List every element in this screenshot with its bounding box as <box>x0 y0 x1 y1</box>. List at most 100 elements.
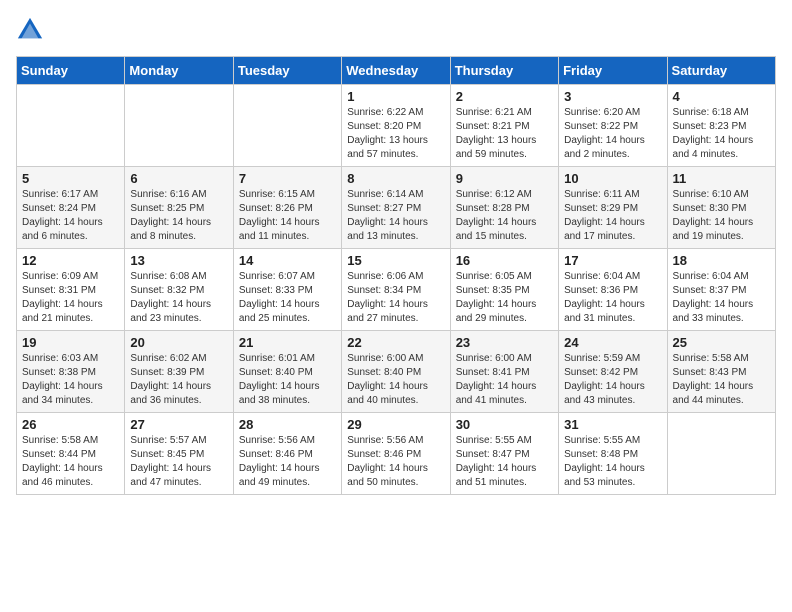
calendar-week-row: 12 Sunrise: 6:09 AM Sunset: 8:31 PM Dayli… <box>17 249 776 331</box>
day-number: 10 <box>564 171 661 186</box>
day-info: Sunrise: 6:14 AM Sunset: 8:27 PM Dayligh… <box>347 188 444 244</box>
day-number: 9 <box>456 171 553 186</box>
calendar-cell: 27 Sunrise: 5:57 AM Sunset: 8:45 PM Dayli… <box>125 413 233 495</box>
calendar-cell: 16Sunrise: 6:05 AM Sunset: 8:35 PM Dayli… <box>450 249 558 331</box>
day-info: Sunrise: 5:57 AM Sunset: 8:45 PM Dayligh… <box>130 434 227 490</box>
calendar-cell <box>233 85 341 167</box>
calendar-cell: 29 Sunrise: 5:56 AM Sunset: 8:46 PM Dayli… <box>342 413 450 495</box>
logo-icon <box>16 16 44 44</box>
day-number: 12 <box>22 253 119 268</box>
day-number: 5 <box>22 171 119 186</box>
calendar-cell: 6Sunrise: 6:16 AM Sunset: 8:25 PM Daylig… <box>125 167 233 249</box>
calendar-cell: 17 Sunrise: 6:04 AM Sunset: 8:36 PM Dayli… <box>559 249 667 331</box>
day-info: Sunrise: 5:58 AM Sunset: 8:43 PM Dayligh… <box>673 352 770 408</box>
day-info: Sunrise: 6:11 AM Sunset: 8:29 PM Dayligh… <box>564 188 661 244</box>
header-thursday: Thursday <box>450 57 558 85</box>
calendar-cell: 4 Sunrise: 6:18 AM Sunset: 8:23 PM Daylig… <box>667 85 775 167</box>
day-info: Sunrise: 6:04 AM Sunset: 8:36 PM Dayligh… <box>564 270 661 326</box>
calendar-cell: 13 Sunrise: 6:08 AM Sunset: 8:32 PM Dayli… <box>125 249 233 331</box>
day-number: 24 <box>564 335 661 350</box>
day-number: 1 <box>347 89 444 104</box>
day-number: 15 <box>347 253 444 268</box>
calendar-cell: 8Sunrise: 6:14 AM Sunset: 8:27 PM Daylig… <box>342 167 450 249</box>
day-info: Sunrise: 6:02 AM Sunset: 8:39 PM Dayligh… <box>130 352 227 408</box>
header-wednesday: Wednesday <box>342 57 450 85</box>
day-number: 17 <box>564 253 661 268</box>
day-info: Sunrise: 6:15 AM Sunset: 8:26 PM Dayligh… <box>239 188 336 244</box>
day-number: 25 <box>673 335 770 350</box>
calendar-cell: 25 Sunrise: 5:58 AM Sunset: 8:43 PM Dayli… <box>667 331 775 413</box>
calendar-cell: 31 Sunrise: 5:55 AM Sunset: 8:48 PM Dayli… <box>559 413 667 495</box>
day-number: 18 <box>673 253 770 268</box>
day-info: Sunrise: 5:56 AM Sunset: 8:46 PM Dayligh… <box>239 434 336 490</box>
calendar-cell: 24Sunrise: 5:59 AM Sunset: 8:42 PM Dayli… <box>559 331 667 413</box>
day-info: Sunrise: 6:09 AM Sunset: 8:31 PM Dayligh… <box>22 270 119 326</box>
day-number: 4 <box>673 89 770 104</box>
page-header <box>16 16 776 44</box>
calendar-cell: 5 Sunrise: 6:17 AM Sunset: 8:24 PM Daylig… <box>17 167 125 249</box>
day-info: Sunrise: 6:17 AM Sunset: 8:24 PM Dayligh… <box>22 188 119 244</box>
day-info: Sunrise: 6:21 AM Sunset: 8:21 PM Dayligh… <box>456 106 553 162</box>
day-number: 31 <box>564 417 661 432</box>
day-number: 29 <box>347 417 444 432</box>
calendar-cell: 15 Sunrise: 6:06 AM Sunset: 8:34 PM Dayli… <box>342 249 450 331</box>
day-info: Sunrise: 6:00 AM Sunset: 8:41 PM Dayligh… <box>456 352 553 408</box>
day-info: Sunrise: 6:10 AM Sunset: 8:30 PM Dayligh… <box>673 188 770 244</box>
day-info: Sunrise: 6:16 AM Sunset: 8:25 PM Dayligh… <box>130 188 227 244</box>
calendar-cell: 11 Sunrise: 6:10 AM Sunset: 8:30 PM Dayli… <box>667 167 775 249</box>
day-info: Sunrise: 6:20 AM Sunset: 8:22 PM Dayligh… <box>564 106 661 162</box>
header-monday: Monday <box>125 57 233 85</box>
day-info: Sunrise: 6:01 AM Sunset: 8:40 PM Dayligh… <box>239 352 336 408</box>
calendar-cell: 3 Sunrise: 6:20 AM Sunset: 8:22 PM Daylig… <box>559 85 667 167</box>
calendar-week-row: 1 Sunrise: 6:22 AM Sunset: 8:20 PM Daylig… <box>17 85 776 167</box>
day-number: 14 <box>239 253 336 268</box>
day-info: Sunrise: 6:06 AM Sunset: 8:34 PM Dayligh… <box>347 270 444 326</box>
calendar-cell <box>667 413 775 495</box>
day-number: 23 <box>456 335 553 350</box>
calendar-cell: 19 Sunrise: 6:03 AM Sunset: 8:38 PM Dayli… <box>17 331 125 413</box>
day-number: 21 <box>239 335 336 350</box>
day-info: Sunrise: 6:00 AM Sunset: 8:40 PM Dayligh… <box>347 352 444 408</box>
logo <box>16 16 48 44</box>
calendar-cell: 22Sunrise: 6:00 AM Sunset: 8:40 PM Dayli… <box>342 331 450 413</box>
calendar-cell: 30 Sunrise: 5:55 AM Sunset: 8:47 PM Dayli… <box>450 413 558 495</box>
day-info: Sunrise: 6:18 AM Sunset: 8:23 PM Dayligh… <box>673 106 770 162</box>
calendar-header-row: SundayMondayTuesdayWednesdayThursdayFrid… <box>17 57 776 85</box>
calendar-cell: 1 Sunrise: 6:22 AM Sunset: 8:20 PM Daylig… <box>342 85 450 167</box>
day-info: Sunrise: 5:55 AM Sunset: 8:48 PM Dayligh… <box>564 434 661 490</box>
calendar-cell: 12 Sunrise: 6:09 AM Sunset: 8:31 PM Dayli… <box>17 249 125 331</box>
calendar-week-row: 19 Sunrise: 6:03 AM Sunset: 8:38 PM Dayli… <box>17 331 776 413</box>
calendar-cell: 26Sunrise: 5:58 AM Sunset: 8:44 PM Dayli… <box>17 413 125 495</box>
day-number: 20 <box>130 335 227 350</box>
day-info: Sunrise: 6:22 AM Sunset: 8:20 PM Dayligh… <box>347 106 444 162</box>
calendar-week-row: 26Sunrise: 5:58 AM Sunset: 8:44 PM Dayli… <box>17 413 776 495</box>
day-info: Sunrise: 6:03 AM Sunset: 8:38 PM Dayligh… <box>22 352 119 408</box>
header-sunday: Sunday <box>17 57 125 85</box>
header-saturday: Saturday <box>667 57 775 85</box>
calendar-table: SundayMondayTuesdayWednesdayThursdayFrid… <box>16 56 776 495</box>
calendar-cell: 20 Sunrise: 6:02 AM Sunset: 8:39 PM Dayli… <box>125 331 233 413</box>
day-number: 11 <box>673 171 770 186</box>
day-info: Sunrise: 6:12 AM Sunset: 8:28 PM Dayligh… <box>456 188 553 244</box>
day-number: 26 <box>22 417 119 432</box>
day-number: 16 <box>456 253 553 268</box>
calendar-cell <box>125 85 233 167</box>
day-number: 19 <box>22 335 119 350</box>
day-number: 27 <box>130 417 227 432</box>
day-info: Sunrise: 5:55 AM Sunset: 8:47 PM Dayligh… <box>456 434 553 490</box>
day-number: 7 <box>239 171 336 186</box>
day-number: 28 <box>239 417 336 432</box>
day-info: Sunrise: 6:07 AM Sunset: 8:33 PM Dayligh… <box>239 270 336 326</box>
calendar-cell: 18Sunrise: 6:04 AM Sunset: 8:37 PM Dayli… <box>667 249 775 331</box>
day-number: 3 <box>564 89 661 104</box>
calendar-cell: 21 Sunrise: 6:01 AM Sunset: 8:40 PM Dayli… <box>233 331 341 413</box>
calendar-cell: 9 Sunrise: 6:12 AM Sunset: 8:28 PM Daylig… <box>450 167 558 249</box>
day-number: 30 <box>456 417 553 432</box>
day-info: Sunrise: 5:56 AM Sunset: 8:46 PM Dayligh… <box>347 434 444 490</box>
calendar-week-row: 5 Sunrise: 6:17 AM Sunset: 8:24 PM Daylig… <box>17 167 776 249</box>
calendar-cell: 7 Sunrise: 6:15 AM Sunset: 8:26 PM Daylig… <box>233 167 341 249</box>
calendar-cell: 10 Sunrise: 6:11 AM Sunset: 8:29 PM Dayli… <box>559 167 667 249</box>
day-number: 13 <box>130 253 227 268</box>
header-friday: Friday <box>559 57 667 85</box>
day-info: Sunrise: 6:08 AM Sunset: 8:32 PM Dayligh… <box>130 270 227 326</box>
